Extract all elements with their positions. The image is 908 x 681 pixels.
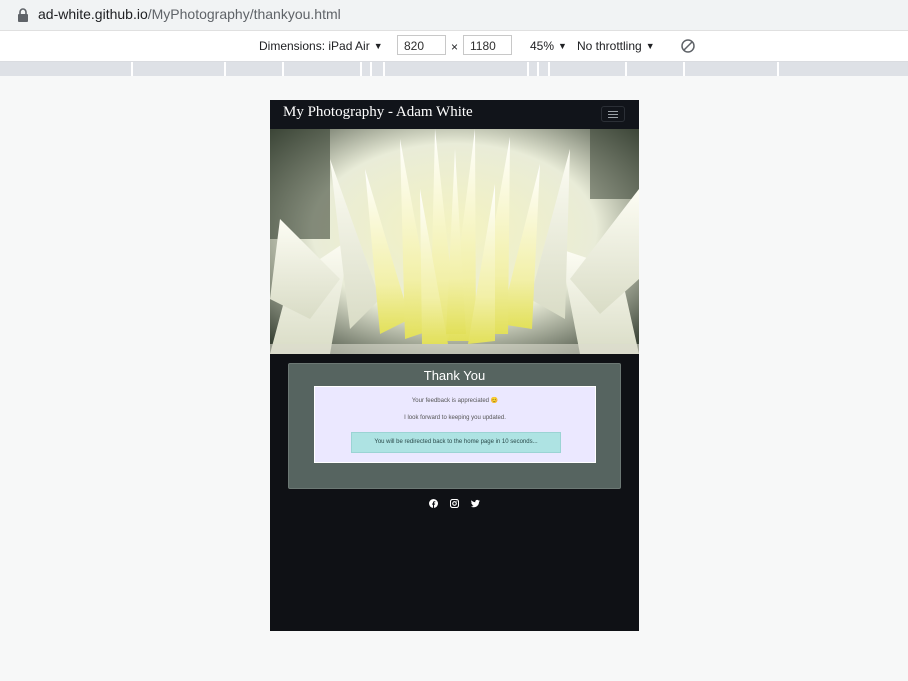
caret-down-icon: ▼ <box>373 41 383 51</box>
height-input[interactable]: 1180 <box>463 35 512 55</box>
facebook-icon[interactable] <box>428 499 438 508</box>
redirect-alert: You will be redirected back to the home … <box>351 432 561 453</box>
url-host: ad-white.github.io <box>38 6 148 22</box>
dimensions-dropdown[interactable]: Dimensions: iPad Air ▼ <box>259 39 383 53</box>
rotate-icon[interactable] <box>680 38 696 54</box>
site-brand[interactable]: My Photography - Adam White <box>283 104 473 121</box>
zoom-dropdown[interactable]: 45% ▼ <box>530 39 567 53</box>
device-viewport: My Photography - Adam White Thank You Yo… <box>270 100 639 631</box>
hamburger-menu-button[interactable] <box>601 106 625 122</box>
browser-address-bar[interactable]: ad-white.github.io/MyPhotography/thankyo… <box>0 0 908 31</box>
feedback-message: Your feedback is appreciated 😊 <box>411 398 499 404</box>
site-navbar: My Photography - Adam White <box>270 100 639 129</box>
hero-flower-image <box>270 129 639 354</box>
width-input[interactable]: 820 <box>397 35 446 55</box>
twitter-icon[interactable] <box>471 499 481 508</box>
social-links <box>270 495 639 508</box>
message-panel: Your feedback is appreciated 😊 I look fo… <box>314 386 596 463</box>
page-title: Thank You <box>423 368 486 383</box>
url-text[interactable]: ad-white.github.io/MyPhotography/thankyo… <box>38 6 341 22</box>
caret-down-icon: ▼ <box>645 41 655 51</box>
instagram-icon[interactable] <box>450 499 459 508</box>
update-message: I look forward to keeping you updated. <box>404 415 506 421</box>
dimensions-label: Dimensions: iPad Air <box>259 39 370 53</box>
media-query-ruler[interactable] <box>0 62 908 76</box>
times-symbol: × <box>451 40 459 54</box>
lock-icon <box>18 8 28 22</box>
zoom-label: 45% <box>530 39 555 53</box>
thank-you-card: Thank You Your feedback is appreciated 😊… <box>288 363 621 489</box>
url-path: /MyPhotography/thankyou.html <box>147 6 341 22</box>
throttling-dropdown[interactable]: No throttling ▼ <box>577 39 655 53</box>
caret-down-icon: ▼ <box>558 41 567 51</box>
device-toolbar: Dimensions: iPad Air ▼ 820 × 1180 45% ▼ No… <box>0 31 908 62</box>
throttling-label: No throttling <box>577 39 642 53</box>
